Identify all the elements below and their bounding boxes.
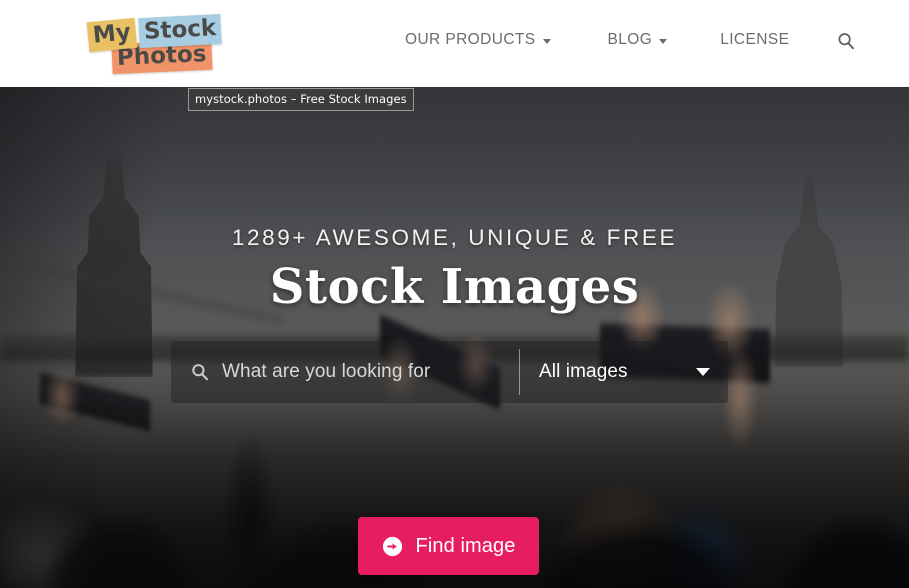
find-image-button[interactable]: Find image xyxy=(358,517,539,575)
main-navigation: OUR PRODUCTS BLOG LICENSE xyxy=(405,31,855,50)
chevron-down-icon xyxy=(659,38,668,44)
arrow-circle-right-icon xyxy=(382,536,403,557)
nav-item-license[interactable]: LICENSE xyxy=(720,31,789,49)
category-select-value: All images xyxy=(539,361,628,382)
nav-item-blog[interactable]: BLOG xyxy=(608,31,668,49)
site-header: My Stock Photos OUR PRODUCTS BLOG LICENS… xyxy=(0,0,909,87)
chevron-down-icon xyxy=(696,368,710,376)
hero-content: 1289+ AWESOME, UNIQUE & FREE Stock Image… xyxy=(0,87,909,588)
page-title: Stock Images xyxy=(269,259,640,315)
nav-item-label: OUR PRODUCTS xyxy=(405,31,536,48)
category-select[interactable]: All images xyxy=(520,341,728,403)
logo-word-stock: Stock xyxy=(138,13,223,49)
find-image-button-label: Find image xyxy=(415,534,516,557)
logo-word-my: My xyxy=(86,17,138,53)
nav-item-label: BLOG xyxy=(607,31,653,48)
chevron-down-icon xyxy=(542,38,551,44)
search-icon xyxy=(191,363,209,381)
nav-item-our-products[interactable]: OUR PRODUCTS xyxy=(405,31,551,49)
search-field-wrapper[interactable] xyxy=(171,341,519,403)
page-root: My Stock Photos OUR PRODUCTS BLOG LICENS… xyxy=(0,0,909,588)
search-input[interactable] xyxy=(222,361,519,383)
page-title-tooltip: mystock.photos – Free Stock Images xyxy=(188,88,414,111)
hero-section: 1289+ AWESOME, UNIQUE & FREE Stock Image… xyxy=(0,87,909,588)
site-logo[interactable]: My Stock Photos xyxy=(86,13,223,75)
hero-kicker: 1289+ AWESOME, UNIQUE & FREE xyxy=(231,225,678,250)
search-icon[interactable] xyxy=(837,32,855,50)
hero-search-bar: All images xyxy=(171,341,728,403)
nav-item-label: LICENSE xyxy=(720,31,790,48)
